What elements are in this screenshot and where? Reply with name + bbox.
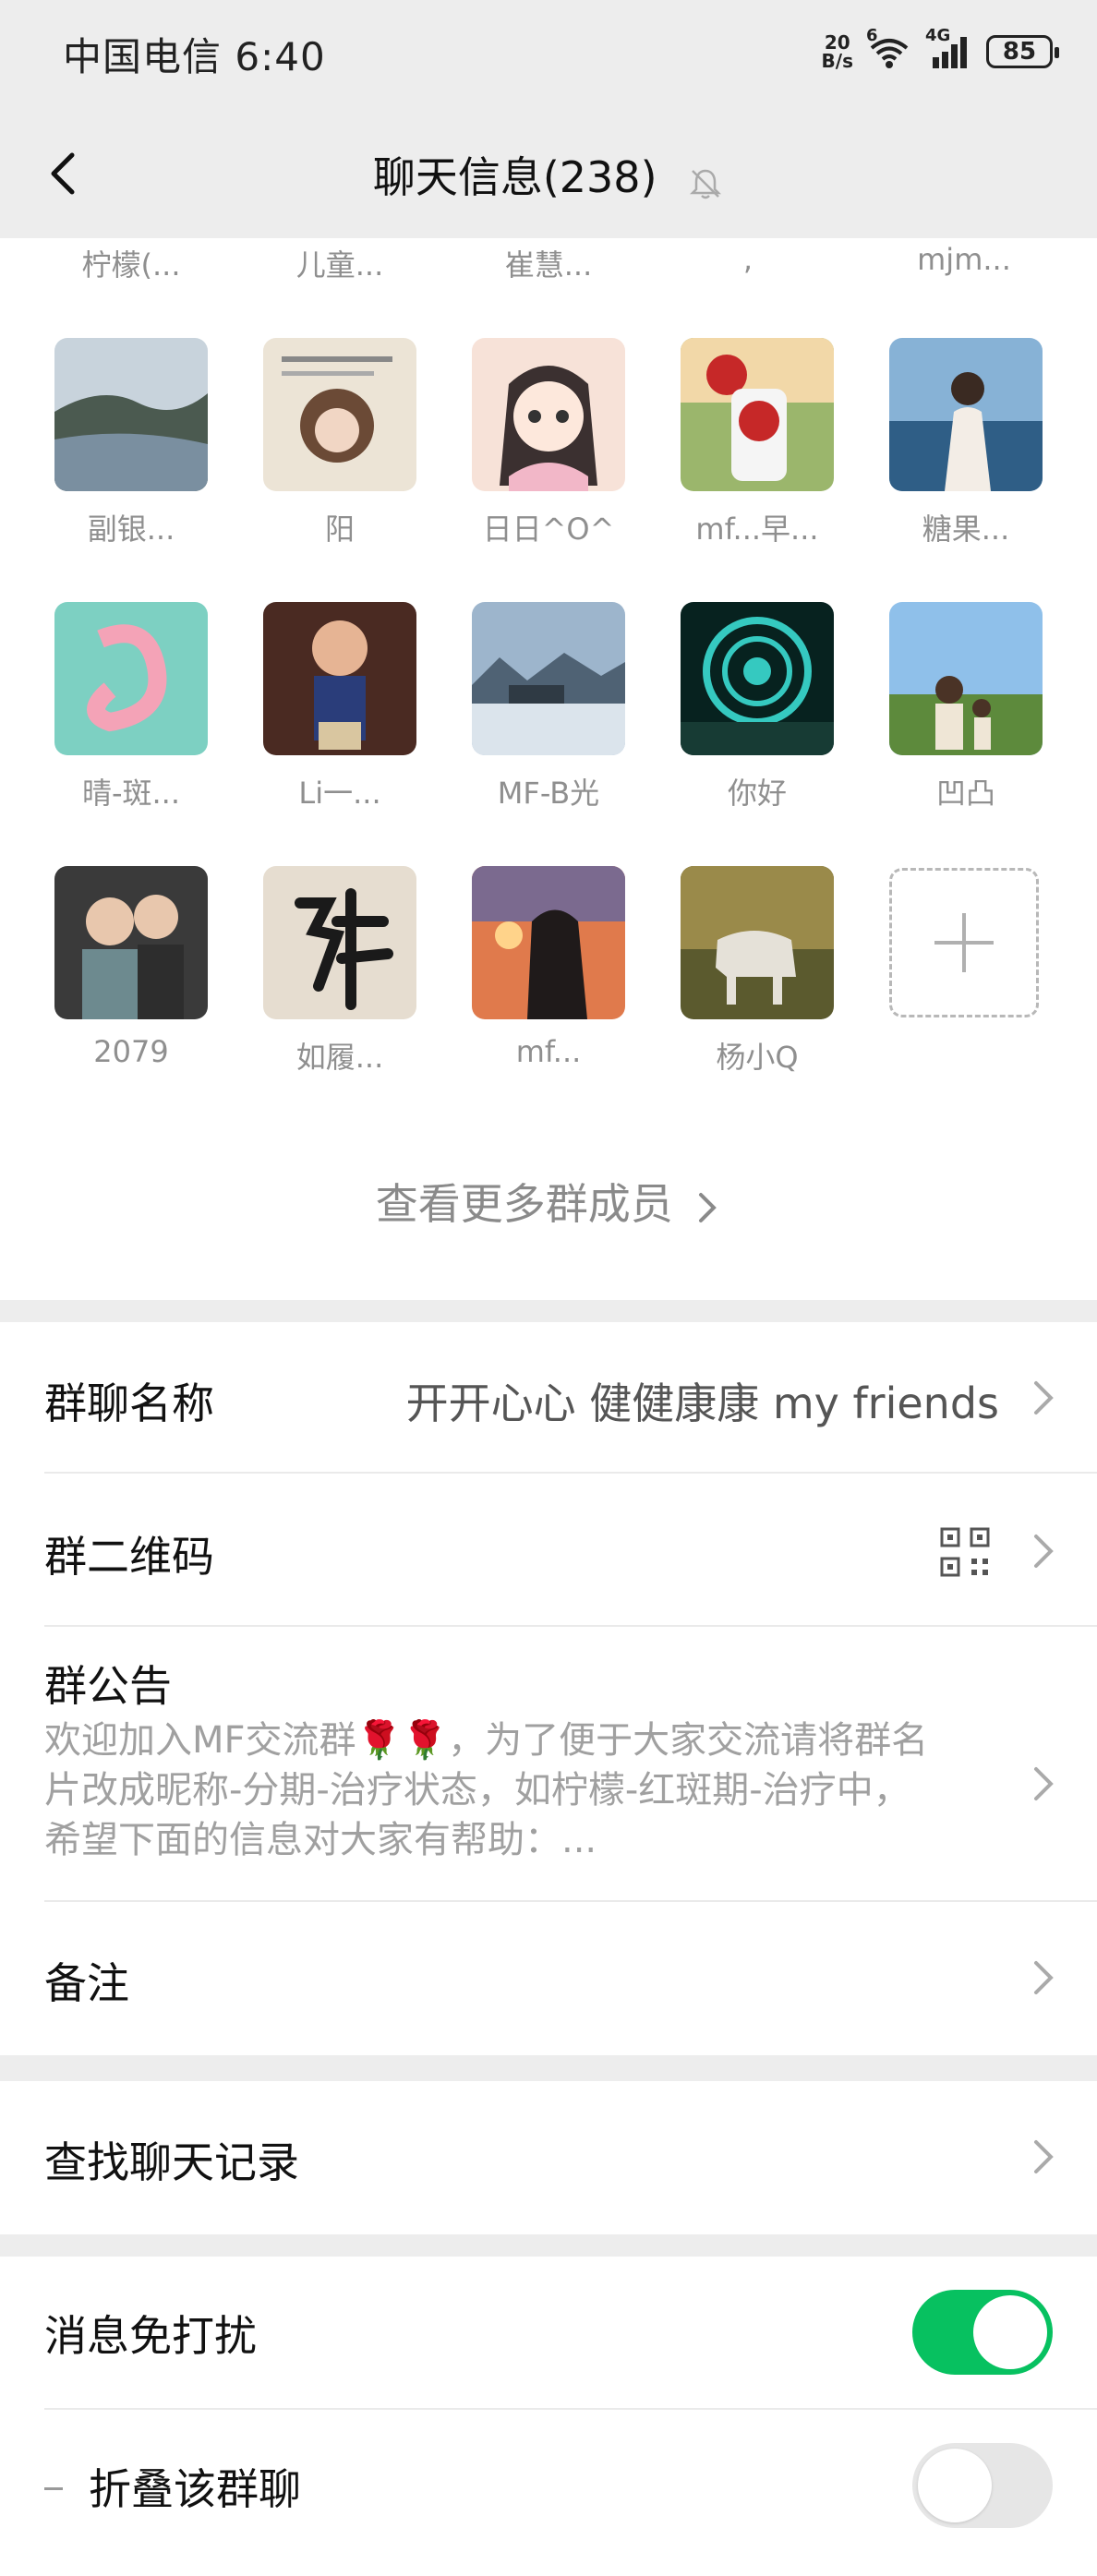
chevron-right-icon xyxy=(1034,1961,1054,1994)
member-name[interactable]: 如履... xyxy=(247,1034,432,1077)
nav-bar: 聊天信息(238) xyxy=(0,109,1097,238)
member-avatar[interactable] xyxy=(472,602,625,755)
member-avatar[interactable] xyxy=(472,866,625,1019)
qr-code-label: 群二维码 xyxy=(44,1532,214,1582)
chevron-right-icon xyxy=(1034,2140,1054,2173)
member-name[interactable]: 凹凸 xyxy=(874,770,1058,813)
qr-code-row[interactable]: 群二维码 xyxy=(0,1474,1097,1627)
members-panel: 柠檬(... 儿童... 崔慧... , mjm... 副银... 阳 日日^O… xyxy=(0,238,1097,1300)
wifi-icon: 6 xyxy=(866,26,912,70)
member-name[interactable]: mjm... xyxy=(872,242,1056,277)
status-bar: 中国电信 6:40 20 B/s 6 4G 85 xyxy=(0,0,1097,109)
member-name[interactable]: 阳 xyxy=(247,506,432,548)
add-member-button[interactable] xyxy=(889,868,1039,1017)
view-more-members-link[interactable]: 查看更多群成员 xyxy=(0,1171,1097,1232)
member-name[interactable]: 柠檬(... xyxy=(39,242,223,284)
page-title-wrap: 聊天信息(238) xyxy=(0,144,1097,205)
member-name[interactable]: 糖果... xyxy=(874,506,1058,548)
fold-label: 折叠该群聊 xyxy=(89,2464,301,2514)
plus-icon xyxy=(934,913,994,972)
dash-icon xyxy=(44,2487,63,2490)
group-name-row[interactable]: 群聊名称 开开心心 健健康康 my friends xyxy=(0,1322,1097,1474)
page-title: 聊天信息(238) xyxy=(372,152,657,202)
net-speed: 20 B/s xyxy=(821,31,853,72)
member-avatar[interactable] xyxy=(54,866,208,1019)
group-name-label: 群聊名称 xyxy=(44,1378,214,1428)
fold-row: 折叠该群聊 xyxy=(0,2410,1097,2576)
mute-row: 消息免打扰 xyxy=(0,2257,1097,2410)
member-name[interactable]: 日日^O^ xyxy=(456,506,641,548)
member-avatar[interactable] xyxy=(472,338,625,491)
member-name[interactable]: mf... xyxy=(456,1034,641,1069)
member-name[interactable]: 崔慧... xyxy=(456,242,641,284)
member-name[interactable]: mf...早... xyxy=(665,506,850,548)
group-notice-label: 群公告 xyxy=(44,1661,172,1711)
battery-indicator: 85 xyxy=(986,35,1059,68)
remark-label: 备注 xyxy=(44,1958,129,2008)
member-name[interactable]: , xyxy=(656,242,840,277)
search-history-section: 查找聊天记录 xyxy=(0,2081,1097,2234)
chevron-right-icon xyxy=(699,1192,717,1222)
search-history-label: 查找聊天记录 xyxy=(44,2137,299,2187)
chevron-right-icon xyxy=(1034,1381,1054,1414)
member-avatar[interactable] xyxy=(681,602,834,755)
member-name[interactable]: 晴-斑... xyxy=(39,770,223,813)
member-avatar[interactable] xyxy=(263,866,416,1019)
carrier-time: 中国电信 6:40 xyxy=(63,34,326,79)
member-name[interactable]: 杨小Q xyxy=(665,1034,850,1077)
member-name[interactable]: 2079 xyxy=(39,1034,223,1069)
chevron-right-icon xyxy=(1034,1535,1054,1568)
signal-icon: 4G xyxy=(925,26,973,70)
member-name[interactable]: 儿童... xyxy=(247,242,432,284)
group-notice-row[interactable]: 群公告 欢迎加入MF交流群🌹🌹，为了便于大家交流请将群名 片改成昵称-分期-治疗… xyxy=(0,1627,1097,1902)
member-avatar[interactable] xyxy=(54,338,208,491)
member-avatar[interactable] xyxy=(681,866,834,1019)
member-name[interactable]: 你好 xyxy=(665,770,850,813)
member-avatar[interactable] xyxy=(889,602,1043,755)
member-avatar[interactable] xyxy=(889,338,1043,491)
status-icons: 20 B/s 6 4G 85 xyxy=(821,26,1059,74)
member-name[interactable]: MF-B光 xyxy=(456,770,641,813)
member-avatar[interactable] xyxy=(54,602,208,755)
qr-code-icon xyxy=(940,1527,990,1577)
member-avatar[interactable] xyxy=(263,602,416,755)
member-avatar[interactable] xyxy=(681,338,834,491)
search-history-row[interactable]: 查找聊天记录 xyxy=(0,2081,1097,2234)
group-name-value: 开开心心 健健康康 my friends xyxy=(405,1378,999,1428)
group-settings-section: 群聊名称 开开心心 健健康康 my friends 群二维码 群公告 欢迎加入M… xyxy=(0,1322,1097,2055)
mute-toggle[interactable] xyxy=(912,2290,1053,2375)
member-name[interactable]: Li一... xyxy=(247,770,432,813)
remark-row[interactable]: 备注 xyxy=(0,1902,1097,2055)
mute-bell-icon xyxy=(687,163,724,199)
toggle-section: 消息免打扰 折叠该群聊 xyxy=(0,2257,1097,2576)
fold-toggle[interactable] xyxy=(912,2443,1053,2528)
member-avatar[interactable] xyxy=(263,338,416,491)
member-name[interactable]: 副银... xyxy=(39,506,223,548)
chevron-right-icon xyxy=(1034,1767,1054,1800)
group-notice-preview: 欢迎加入MF交流群🌹🌹，为了便于大家交流请将群名 片改成昵称-分期-治疗状态，如… xyxy=(44,1719,929,1861)
mute-label: 消息免打扰 xyxy=(44,2311,257,2361)
